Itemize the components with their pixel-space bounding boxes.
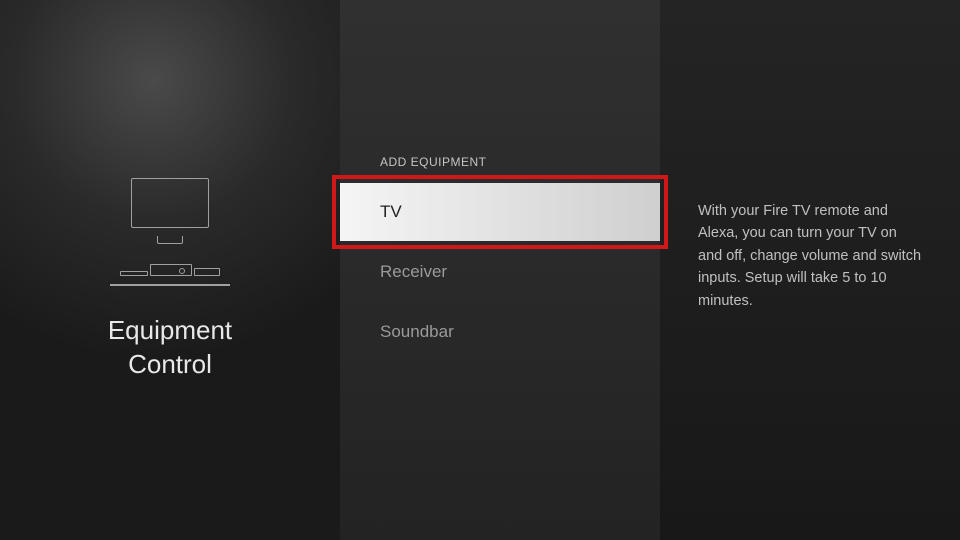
tv-stand-icon	[157, 236, 183, 244]
page-title: Equipment Control	[108, 314, 232, 382]
menu-item-tv[interactable]: TV	[340, 183, 660, 241]
shelf-line-icon	[110, 284, 230, 286]
section-header: ADD EQUIPMENT	[380, 155, 660, 169]
menu-item-receiver[interactable]: Receiver	[340, 243, 660, 301]
device-icon	[120, 271, 148, 276]
tv-icon	[131, 178, 209, 228]
equipment-icon-group	[110, 178, 230, 286]
menu-item-label: Soundbar	[380, 322, 454, 342]
left-panel: Equipment Control	[0, 0, 340, 540]
title-line2: Control	[128, 349, 212, 379]
receiver-icon	[150, 264, 192, 276]
title-line1: Equipment	[108, 315, 232, 345]
menu-item-label: TV	[380, 202, 402, 222]
menu-item-label: Receiver	[380, 262, 447, 282]
description-text: With your Fire TV remote and Alexa, you …	[698, 200, 922, 312]
right-panel: With your Fire TV remote and Alexa, you …	[660, 0, 960, 540]
menu-item-soundbar[interactable]: Soundbar	[340, 303, 660, 361]
devices-row-icon	[120, 264, 220, 276]
device-icon	[194, 268, 220, 276]
middle-panel: ADD EQUIPMENT TV Receiver Soundbar	[340, 0, 660, 540]
